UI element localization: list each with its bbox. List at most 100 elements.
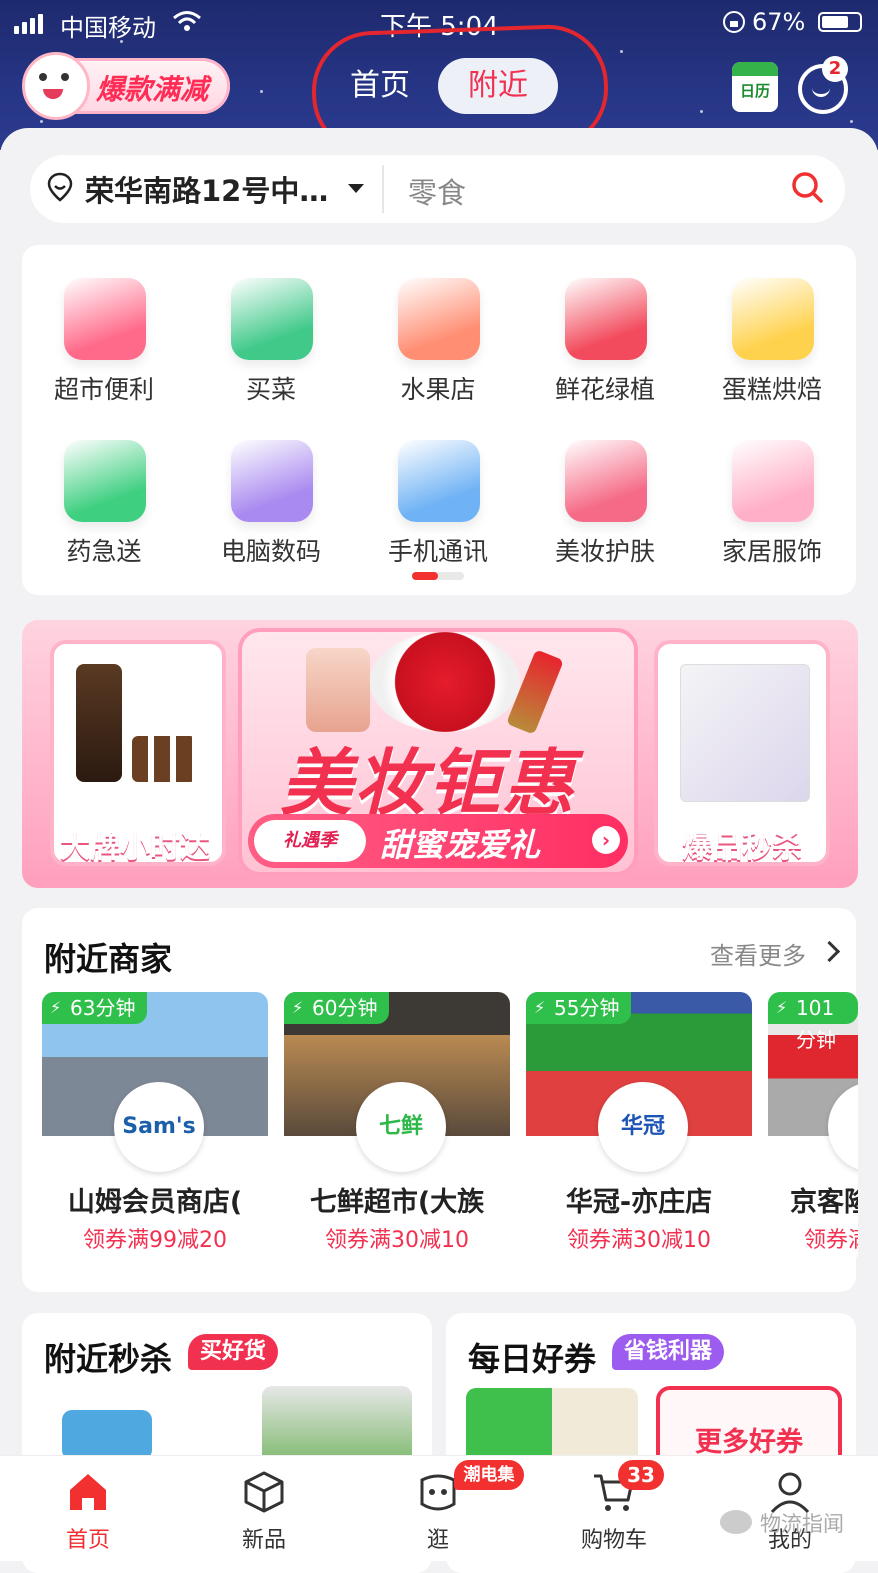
category-item[interactable]: 买菜 <box>191 264 351 414</box>
product-thumbnail[interactable] <box>262 1386 412 1466</box>
vegetable-basket-icon <box>231 278 313 360</box>
flash-sale-tag: 买好货 <box>188 1334 279 1370</box>
serum-image <box>76 664 122 782</box>
mascot-icon <box>22 52 90 120</box>
search-icon[interactable] <box>790 170 824 204</box>
store-name: 七鲜超市(大族 <box>309 1187 485 1218</box>
category-item[interactable]: 手机通讯 <box>358 426 518 576</box>
banner-left-caption: 大牌小时达 <box>60 830 210 865</box>
store-coupon: 领券满 <box>804 1228 858 1253</box>
calendar-label: 日历 <box>739 82 770 100</box>
chevron-down-icon[interactable] <box>348 184 364 193</box>
delivery-time: 101分钟 <box>768 992 858 1052</box>
category-item[interactable]: 蛋糕烘焙 <box>692 264 852 414</box>
nearby-title: 附近商家 <box>44 940 173 978</box>
store-name: 华冠-亦庄店 <box>565 1187 713 1218</box>
category-label: 手机通讯 <box>387 537 488 566</box>
wifi-icon <box>173 11 201 31</box>
store-logo: 七鲜 <box>356 1082 446 1172</box>
banner-pill-text: 甜蜜宠爱礼 <box>380 826 541 864</box>
carrier-label: 中国移动 <box>60 14 156 42</box>
category-item[interactable]: 家居服饰 <box>692 426 852 576</box>
see-more-link[interactable]: 查看更多 <box>710 936 806 971</box>
category-label: 超市便利 <box>53 375 154 404</box>
category-label: 药急送 <box>66 537 142 566</box>
home-icon <box>70 1474 106 1510</box>
serum-mini-image <box>132 736 196 782</box>
medicine-kit-icon <box>64 440 146 522</box>
banner-right-caption: 爆品秒杀 <box>682 830 802 865</box>
category-label: 蛋糕烘焙 <box>721 375 822 404</box>
cart-icon <box>64 278 146 360</box>
more-coupons-label: 更多好券 <box>695 1427 803 1458</box>
tshirt-icon <box>732 440 814 522</box>
store-logo: Sam's <box>114 1082 204 1172</box>
tab-bar-home[interactable]: 首页 <box>28 1456 148 1561</box>
category-item[interactable]: 超市便利 <box>24 264 184 414</box>
message-badge: 2 <box>822 56 848 82</box>
location-pin-icon <box>47 172 73 202</box>
flash-sale-title: 附近秒杀 <box>44 1340 173 1378</box>
tab-bar-label: 新品 <box>241 1528 286 1553</box>
peach-icon <box>398 278 480 360</box>
delivery-time: 55分钟 <box>526 992 632 1024</box>
cart-count-badge: 33 <box>618 1460 664 1490</box>
store-card[interactable]: 55分钟华冠华冠-亦庄店领券满30减10 <box>526 992 752 1264</box>
rose-icon <box>565 278 647 360</box>
daily-coupon-tag: 省钱利器 <box>612 1334 725 1370</box>
daily-coupon-title: 每日好券 <box>468 1340 597 1378</box>
category-item[interactable]: 电脑数码 <box>191 426 351 576</box>
category-item[interactable]: 药急送 <box>24 426 184 576</box>
product-thumbnail[interactable] <box>62 1410 152 1460</box>
category-label: 美妆护肤 <box>554 537 655 566</box>
laptop-icon <box>231 440 313 522</box>
cube-icon <box>244 1471 284 1513</box>
rose-bouquet-image <box>370 632 520 732</box>
tab-bar-label: 逛 <box>426 1528 449 1553</box>
promo-label: 爆款满减 <box>96 73 209 106</box>
lipstick-icon <box>565 440 647 522</box>
divider <box>382 165 384 213</box>
battery-percent: 67% <box>752 8 806 36</box>
tab-bar-label: 首页 <box>65 1528 110 1553</box>
category-label: 水果店 <box>400 375 476 404</box>
store-coupon: 领券满30减10 <box>325 1228 469 1253</box>
perfume-image <box>306 648 370 732</box>
cake-icon <box>732 278 814 360</box>
address-selector[interactable]: 荣华南路12号中… <box>85 168 328 210</box>
signal-icon <box>14 14 43 34</box>
watermark: 物流指闻 <box>760 1512 844 1536</box>
category-item[interactable]: 美妆护肤 <box>525 426 685 576</box>
category-label: 电脑数码 <box>220 537 321 566</box>
delivery-time: 63分钟 <box>42 992 148 1024</box>
tab-bar-label: 购物车 <box>580 1528 647 1553</box>
battery-icon <box>818 12 862 32</box>
category-label: 家居服饰 <box>721 537 822 566</box>
chevron-right-icon: › <box>592 826 620 854</box>
category-label: 买菜 <box>245 375 296 404</box>
store-card[interactable]: 63分钟 Sam's 山姆会员商店(领券满99减20 <box>42 992 268 1264</box>
store-coupon: 领券满99减20 <box>83 1228 227 1253</box>
mask-product-image <box>680 664 810 802</box>
store-name: 京客隆 <box>790 1187 858 1218</box>
phone-icon <box>398 440 480 522</box>
rotation-lock-icon <box>723 11 745 33</box>
category-item[interactable]: 水果店 <box>358 264 518 414</box>
bottom-tab-bar: 首页 新品 逛 购物车 我的 <box>0 1455 878 1561</box>
trend-badge: 潮电集 <box>454 1460 524 1490</box>
store-coupon: 领券满30减10 <box>567 1228 711 1253</box>
banner-pill-logo: 礼遇季 <box>254 820 366 862</box>
delivery-time: 60分钟 <box>284 992 390 1024</box>
store-card[interactable]: 101分钟京京客隆领券满 <box>768 992 858 1264</box>
promo-badge[interactable]: 爆款满减 <box>22 52 230 120</box>
page-indicator <box>412 572 464 580</box>
calendar-icon[interactable]: 日历 <box>732 62 778 112</box>
search-input[interactable]: 零食 <box>408 170 466 212</box>
store-logo: 华冠 <box>598 1082 688 1172</box>
category-label: 鲜花绿植 <box>554 375 655 404</box>
wechat-icon <box>720 1510 752 1534</box>
store-card[interactable]: 60分钟七鲜七鲜超市(大族领券满30减10 <box>284 992 510 1264</box>
tab-bar-new[interactable]: 新品 <box>204 1456 324 1561</box>
banner-cta[interactable]: 礼遇季 甜蜜宠爱礼 › <box>248 814 628 868</box>
category-item[interactable]: 鲜花绿植 <box>525 264 685 414</box>
